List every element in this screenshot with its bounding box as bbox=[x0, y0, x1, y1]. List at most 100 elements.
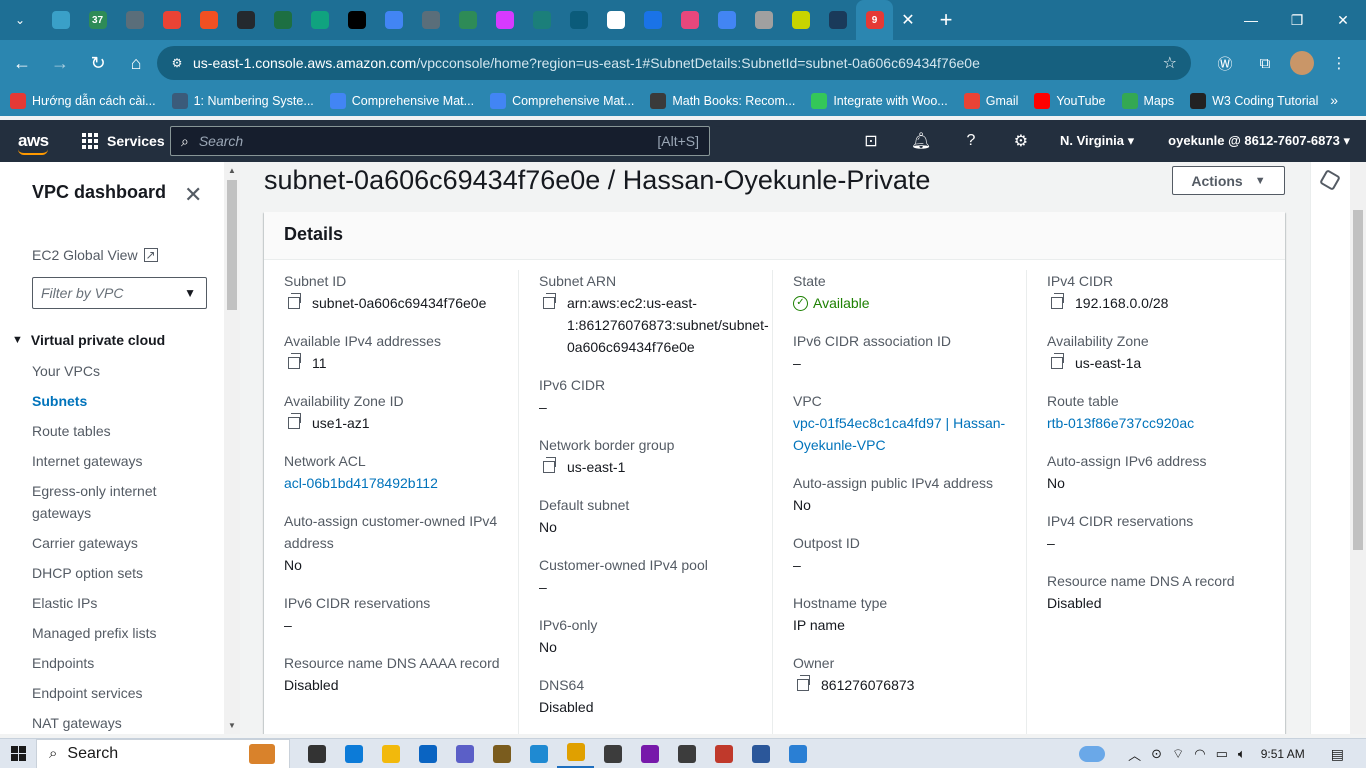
bookmark-item[interactable]: Math Books: Recom... bbox=[650, 93, 795, 109]
bookmark-item[interactable]: 1: Numbering Syste... bbox=[171, 93, 314, 109]
weather-icon[interactable] bbox=[1079, 746, 1106, 762]
clock[interactable]: 9:51 AM bbox=[1261, 747, 1305, 761]
scrollbar-thumb[interactable] bbox=[1353, 210, 1363, 550]
taskbar-app[interactable] bbox=[335, 739, 372, 768]
ec2-global-view-link[interactable]: EC2 Global View ↗ bbox=[32, 247, 158, 263]
copy-icon[interactable] bbox=[288, 413, 301, 429]
taskbar-app[interactable] bbox=[446, 739, 483, 768]
cloudshell-icon[interactable]: ⊡ bbox=[846, 131, 896, 151]
browser-tab[interactable] bbox=[634, 0, 671, 40]
browser-tab[interactable] bbox=[449, 0, 486, 40]
bookmark-star-icon[interactable]: ☆ bbox=[1163, 53, 1177, 73]
bookmark-item[interactable]: Comprehensive Mat... bbox=[490, 93, 634, 109]
browser-tab[interactable] bbox=[523, 0, 560, 40]
sidebar-item-endpoint-services[interactable]: Endpoint services bbox=[32, 682, 212, 704]
copy-icon[interactable] bbox=[288, 353, 301, 369]
services-menu[interactable]: Services bbox=[82, 133, 165, 149]
sidebar-item-subnets[interactable]: Subnets bbox=[32, 390, 212, 412]
settings-gear-icon[interactable]: ⚙ bbox=[996, 131, 1046, 151]
browser-tab[interactable]: 9 bbox=[856, 0, 893, 40]
browser-tab[interactable] bbox=[264, 0, 301, 40]
sidebar-item-carrier-gateways[interactable]: Carrier gateways bbox=[32, 532, 212, 554]
home-icon[interactable]: ⌂ bbox=[118, 45, 154, 81]
reload-icon[interactable]: ↻ bbox=[80, 45, 116, 81]
browser-tab[interactable] bbox=[190, 0, 227, 40]
browser-tab[interactable] bbox=[486, 0, 523, 40]
taskbar-app[interactable] bbox=[705, 739, 742, 768]
detail-value-text[interactable]: vpc-01f54ec8c1ca4fd97 | Hassan-Oyekunle-… bbox=[793, 412, 1016, 456]
restore-button[interactable]: ❐ bbox=[1274, 0, 1320, 40]
new-tab-button[interactable]: + bbox=[931, 5, 961, 35]
sidebar-item-dhcp-option-sets[interactable]: DHCP option sets bbox=[32, 562, 212, 584]
browser-tab[interactable] bbox=[745, 0, 782, 40]
sidebar-item-internet-gateways[interactable]: Internet gateways bbox=[32, 450, 212, 472]
browser-tab[interactable] bbox=[153, 0, 190, 40]
browser-tab[interactable] bbox=[560, 0, 597, 40]
tab-close-icon[interactable]: ✕ bbox=[893, 0, 923, 40]
minimize-button[interactable]: — bbox=[1228, 0, 1274, 40]
browser-tab[interactable] bbox=[338, 0, 375, 40]
taskbar-app[interactable] bbox=[409, 739, 446, 768]
detail-link[interactable]: acl-06b1bd4178492b112 bbox=[284, 472, 508, 494]
taskbar-app[interactable] bbox=[372, 739, 409, 768]
taskbar-app[interactable] bbox=[520, 739, 557, 768]
sidebar-item-managed-prefix-lists[interactable]: Managed prefix lists bbox=[32, 622, 212, 644]
start-button[interactable] bbox=[0, 739, 36, 768]
taskbar-app[interactable] bbox=[298, 739, 335, 768]
site-info-icon[interactable]: ⚙ bbox=[167, 53, 187, 73]
chrome-menu-icon[interactable]: ⋮ bbox=[1324, 48, 1354, 78]
close-sidebar-icon[interactable]: ✕ bbox=[184, 182, 202, 208]
browser-tab[interactable] bbox=[301, 0, 338, 40]
wifi-icon[interactable]: ◠ bbox=[1194, 746, 1205, 762]
info-panel-icon[interactable] bbox=[1319, 169, 1341, 191]
browser-tab[interactable] bbox=[116, 0, 153, 40]
account-menu[interactable]: oyekunle @ 8612-7607-6873 ▾ bbox=[1168, 133, 1350, 149]
browser-tab[interactable] bbox=[782, 0, 819, 40]
bookmark-item[interactable]: Hướng dẫn cách cài... bbox=[10, 93, 156, 109]
browser-tab[interactable] bbox=[819, 0, 856, 40]
bookmark-item[interactable]: YouTube bbox=[1034, 93, 1106, 109]
detail-value-text[interactable]: acl-06b1bd4178492b112 bbox=[284, 472, 438, 494]
browser-tab[interactable] bbox=[42, 0, 79, 40]
notifications-icon[interactable]: ▤ bbox=[1331, 746, 1344, 763]
sidebar-item-endpoints[interactable]: Endpoints bbox=[32, 652, 212, 674]
address-bar[interactable]: ⚙ us-east-1.console.aws.amazon.com/vpcco… bbox=[157, 46, 1191, 80]
filter-by-vpc-select[interactable]: Filter by VPC ▼ bbox=[32, 277, 207, 309]
copy-icon[interactable] bbox=[543, 457, 556, 473]
taskbar-app[interactable] bbox=[557, 739, 594, 768]
battery-icon[interactable]: ▭ bbox=[1216, 746, 1228, 762]
extension-w-icon[interactable]: Ⓦ bbox=[1210, 48, 1240, 78]
aws-search-input[interactable]: ⌕ Search [Alt+S] bbox=[170, 126, 710, 156]
detail-link[interactable]: vpc-01f54ec8c1ca4fd97 | Hassan-Oyekunle-… bbox=[793, 412, 1016, 456]
tab-search-chevron-down-icon[interactable]: ⌄ bbox=[6, 6, 34, 34]
network-icon[interactable]: ⌔ bbox=[1172, 746, 1184, 762]
browser-tab[interactable] bbox=[375, 0, 412, 40]
browser-tab[interactable]: 37 bbox=[79, 0, 116, 40]
bookmarks-overflow-icon[interactable]: » bbox=[1330, 92, 1338, 108]
detail-link[interactable]: rtb-013f86e737cc920ac bbox=[1047, 412, 1270, 434]
copy-icon[interactable] bbox=[543, 293, 556, 309]
forward-arrow-icon[interactable]: → bbox=[42, 45, 78, 81]
browser-tab[interactable] bbox=[227, 0, 264, 40]
copy-icon[interactable] bbox=[797, 675, 810, 691]
bookmark-item[interactable]: Comprehensive Mat... bbox=[329, 93, 474, 109]
sidebar-item-route-tables[interactable]: Route tables bbox=[32, 420, 212, 442]
copy-icon[interactable] bbox=[1051, 353, 1064, 369]
taskbar-search[interactable]: ⌕ Search bbox=[36, 738, 290, 768]
scroll-up-arrow-icon[interactable]: ▲ bbox=[228, 166, 236, 175]
volume-icon[interactable]: 🔈︎ bbox=[1238, 746, 1246, 762]
profile-avatar[interactable] bbox=[1290, 51, 1314, 75]
taskbar-app[interactable] bbox=[742, 739, 779, 768]
browser-tab[interactable] bbox=[597, 0, 634, 40]
copy-icon[interactable] bbox=[1051, 293, 1064, 309]
sidebar-item-nat-gateways[interactable]: NAT gateways bbox=[32, 712, 212, 734]
taskbar-app[interactable] bbox=[483, 739, 520, 768]
scroll-down-arrow-icon[interactable]: ▼ bbox=[228, 721, 236, 730]
region-selector[interactable]: N. Virginia ▾ bbox=[1060, 133, 1134, 149]
detail-value-text[interactable]: rtb-013f86e737cc920ac bbox=[1047, 412, 1194, 434]
browser-tab[interactable] bbox=[412, 0, 449, 40]
taskbar-app[interactable] bbox=[779, 739, 816, 768]
taskbar-app[interactable] bbox=[668, 739, 705, 768]
bookmark-item[interactable]: Integrate with Woo... bbox=[811, 93, 948, 109]
browser-tab[interactable] bbox=[708, 0, 745, 40]
